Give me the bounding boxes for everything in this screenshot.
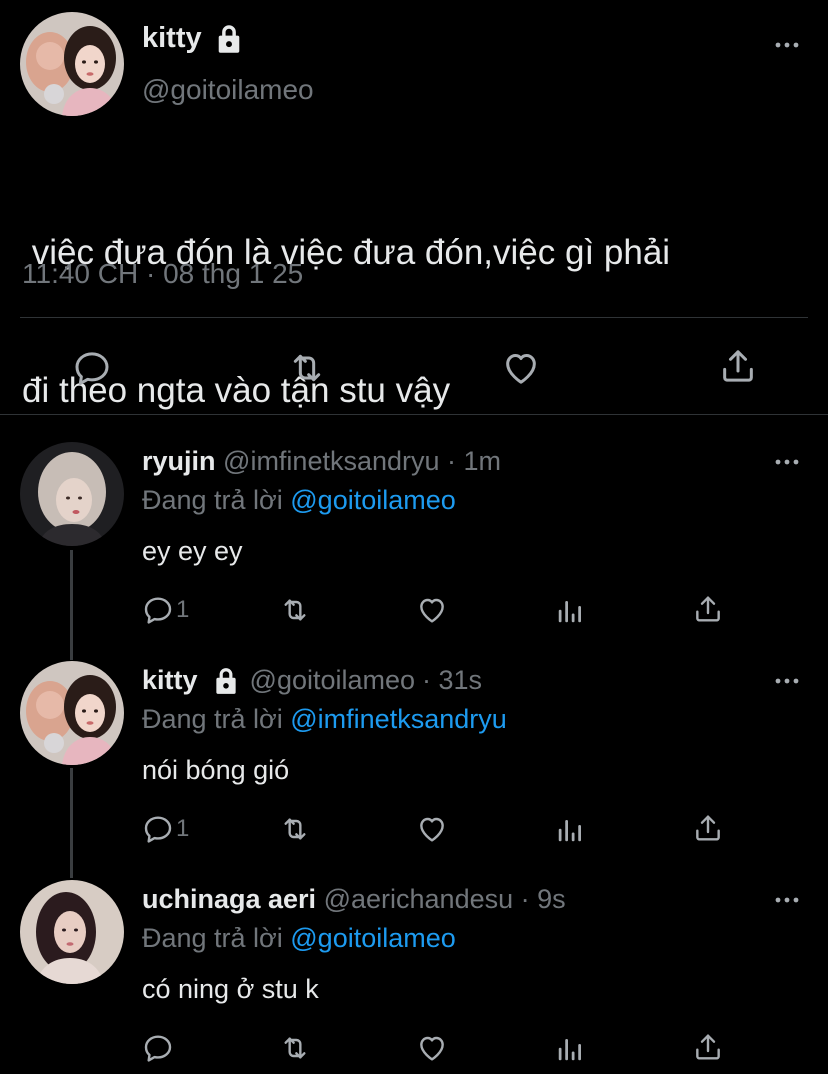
analytics-button[interactable] xyxy=(555,815,585,845)
more-icon[interactable] xyxy=(774,895,800,905)
retweet-icon xyxy=(286,348,328,388)
share-button[interactable] xyxy=(692,812,724,844)
more-icon[interactable] xyxy=(774,676,800,686)
lock-icon xyxy=(214,23,244,55)
like-button[interactable] xyxy=(416,813,448,845)
retweet-button[interactable] xyxy=(286,348,328,388)
analytics-button[interactable] xyxy=(555,1034,585,1064)
like-button[interactable] xyxy=(501,348,541,388)
divider xyxy=(0,414,828,415)
reply-button[interactable] xyxy=(72,348,112,388)
retweet-icon xyxy=(278,1032,312,1064)
reply-button[interactable]: 1 xyxy=(142,813,189,845)
replying-to-link[interactable]: @imfinetksandryu xyxy=(290,704,507,734)
reply-icon xyxy=(142,813,174,845)
handle[interactable]: @goitoilameo xyxy=(250,665,416,696)
replying-to-link[interactable]: @goitoilameo xyxy=(290,923,456,953)
replying-to-label: Đang trả lời xyxy=(142,704,291,734)
display-name[interactable]: ryujin xyxy=(142,446,216,476)
share-button[interactable] xyxy=(692,1031,724,1063)
share-button[interactable] xyxy=(718,346,758,386)
tweet-text: việc đưa đón là việc đưa đón,việc gì phả… xyxy=(22,138,670,460)
more-icon[interactable] xyxy=(774,457,800,467)
more-icon[interactable] xyxy=(774,40,800,50)
replying-to-label: Đang trả lời xyxy=(142,923,291,953)
share-icon xyxy=(692,1031,724,1063)
share-icon xyxy=(692,812,724,844)
avatar[interactable] xyxy=(20,442,124,546)
display-name[interactable]: kitty xyxy=(142,665,198,696)
tweet-text-line: đi theo ngta vào tận stu vậy xyxy=(22,371,451,410)
retweet-button[interactable] xyxy=(278,1032,312,1064)
retweet-icon xyxy=(278,813,312,845)
analytics-icon xyxy=(555,1034,585,1064)
reply-count: 1 xyxy=(176,596,190,623)
display-name[interactable]: uchinaga aeri xyxy=(142,884,316,914)
reply-text: ey ey ey xyxy=(142,536,243,566)
timestamp[interactable]: · 9s xyxy=(521,884,566,914)
retweet-button[interactable] xyxy=(278,594,312,626)
heart-icon xyxy=(416,594,448,626)
timestamp[interactable]: 11:40 CH · 08 thg 1 25 xyxy=(22,258,303,290)
thread-line xyxy=(70,550,73,660)
avatar[interactable] xyxy=(20,661,124,765)
avatar[interactable] xyxy=(20,12,124,116)
display-name[interactable]: kitty xyxy=(142,22,202,55)
like-button[interactable] xyxy=(416,594,448,626)
heart-icon xyxy=(416,813,448,845)
heart-icon xyxy=(501,348,541,388)
handle[interactable]: @imfinetksandryu xyxy=(223,446,440,476)
reply-icon xyxy=(142,1032,174,1064)
reply-icon xyxy=(142,594,174,626)
reply-text: nói bóng gió xyxy=(142,755,290,785)
replying-to-link[interactable]: @goitoilameo xyxy=(290,485,456,515)
timestamp[interactable]: · 31s xyxy=(422,665,482,696)
thread-line xyxy=(70,768,73,878)
reply-count: 1 xyxy=(176,815,190,842)
avatar[interactable] xyxy=(20,880,124,984)
analytics-icon xyxy=(555,596,585,626)
retweet-icon xyxy=(278,594,312,626)
lock-icon xyxy=(212,666,240,696)
like-button[interactable] xyxy=(416,1032,448,1064)
analytics-icon xyxy=(555,815,585,845)
divider xyxy=(20,317,808,318)
heart-icon xyxy=(416,1032,448,1064)
share-icon xyxy=(692,593,724,625)
analytics-button[interactable] xyxy=(555,596,585,626)
reply-button[interactable] xyxy=(142,1032,174,1064)
share-button[interactable] xyxy=(692,593,724,625)
reply-icon xyxy=(72,348,112,388)
share-icon xyxy=(718,346,758,386)
handle[interactable]: @aerichandesu xyxy=(324,884,514,914)
retweet-button[interactable] xyxy=(278,813,312,845)
reply-text: có ning ở stu k xyxy=(142,974,319,1004)
timestamp[interactable]: · 1m xyxy=(447,446,501,476)
reply-button[interactable]: 1 xyxy=(142,594,189,626)
handle[interactable]: @goitoilameo xyxy=(142,74,314,106)
replying-to-label: Đang trả lời xyxy=(142,485,291,515)
